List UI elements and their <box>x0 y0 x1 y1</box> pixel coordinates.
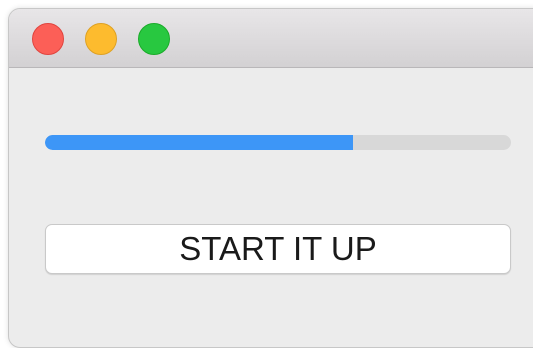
zoom-window-button[interactable] <box>138 23 170 55</box>
app-window: START IT UP <box>8 8 533 348</box>
start-it-up-button[interactable]: START IT UP <box>45 224 511 274</box>
progress-bar-fill <box>45 135 353 150</box>
close-window-button[interactable] <box>32 23 64 55</box>
minimize-window-button[interactable] <box>85 23 117 55</box>
title-bar[interactable] <box>9 9 533 68</box>
progress-bar <box>45 135 511 150</box>
